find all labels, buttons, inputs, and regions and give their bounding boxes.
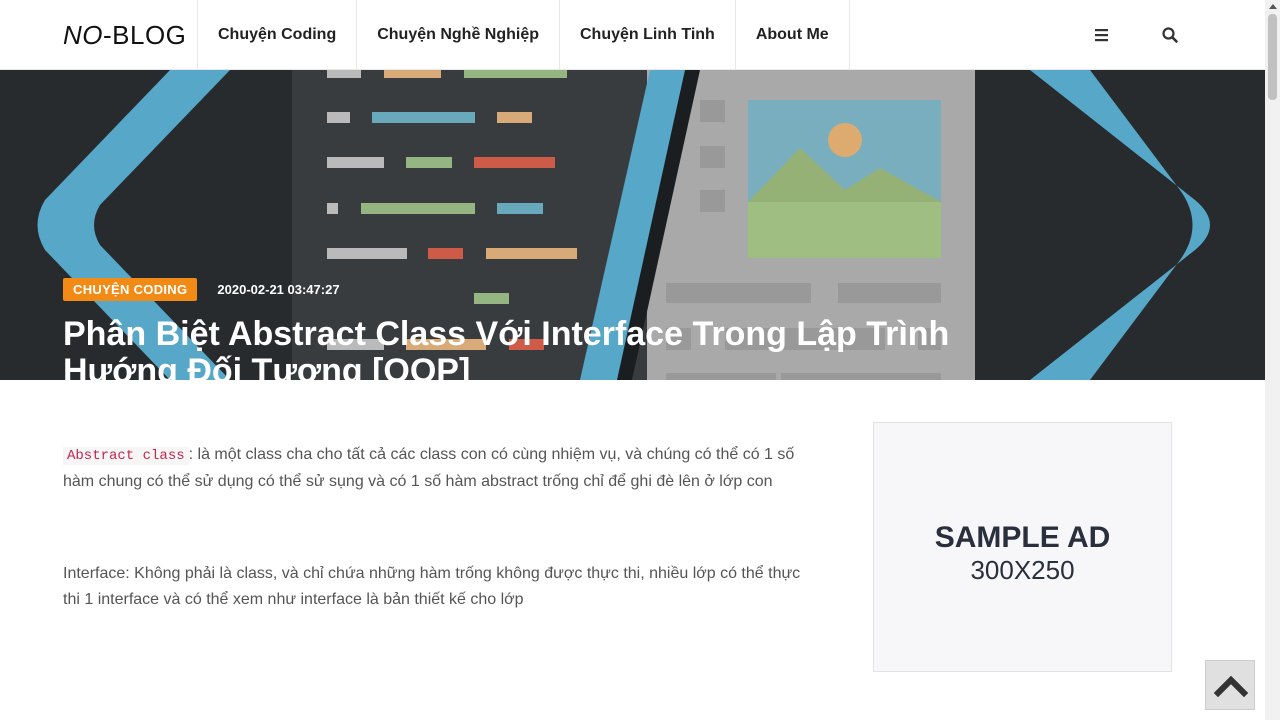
logo-no: NO — [63, 20, 103, 50]
category-badge[interactable]: CHUYỆN CODING — [63, 278, 198, 301]
nav-item-misc[interactable]: Chuyện Linh Tinh — [559, 0, 735, 70]
site-header: NO-BLOG Chuyện Coding Chuyện Nghề Nghiệp… — [0, 0, 1265, 70]
paragraph-abstract: Abstract class: là một class cha cho tất… — [63, 442, 808, 495]
sample-ad[interactable]: SAMPLE AD 300X250 — [873, 422, 1172, 672]
paragraph-interface: Interface: Không phải là class, và chỉ c… — [63, 565, 801, 608]
post-title: Phân Biệt Abstract Class Với Interface T… — [63, 315, 950, 381]
logo-blog: -BLOG — [103, 20, 187, 50]
main-nav: Chuyện Coding Chuyện Nghề Nghiệp Chuyện … — [197, 0, 850, 70]
ad-title: SAMPLE AD — [934, 521, 1111, 554]
nav-item-about[interactable]: About Me — [734, 0, 850, 70]
post-date: 2020-02-21 03:47:27 — [217, 282, 340, 297]
hero-banner: CHUYỆN CODING 2020-02-21 03:47:27 Phân B… — [0, 70, 1265, 380]
ad-size: 300X250 — [970, 555, 1075, 585]
scroll-up-arrow-icon[interactable] — [1269, 4, 1277, 9]
inline-code: Abstract class — [63, 447, 189, 465]
nav-item-career[interactable]: Chuyện Nghề Nghiệp — [356, 0, 559, 70]
search-icon[interactable] — [1160, 25, 1180, 45]
page-scrollbar[interactable] — [1265, 0, 1280, 720]
site-logo[interactable]: NO-BLOG — [63, 20, 186, 51]
hamburger-icon[interactable] — [1092, 25, 1112, 45]
nav-item-coding[interactable]: Chuyện Coding — [197, 0, 356, 70]
article-body: Abstract class: là một class cha cho tất… — [63, 442, 808, 679]
chevron-up-icon — [1213, 675, 1249, 698]
post-meta: CHUYỆN CODING 2020-02-21 03:47:27 — [63, 278, 340, 301]
scrollbar-thumb[interactable] — [1268, 14, 1277, 100]
back-to-top-button[interactable] — [1205, 660, 1255, 710]
